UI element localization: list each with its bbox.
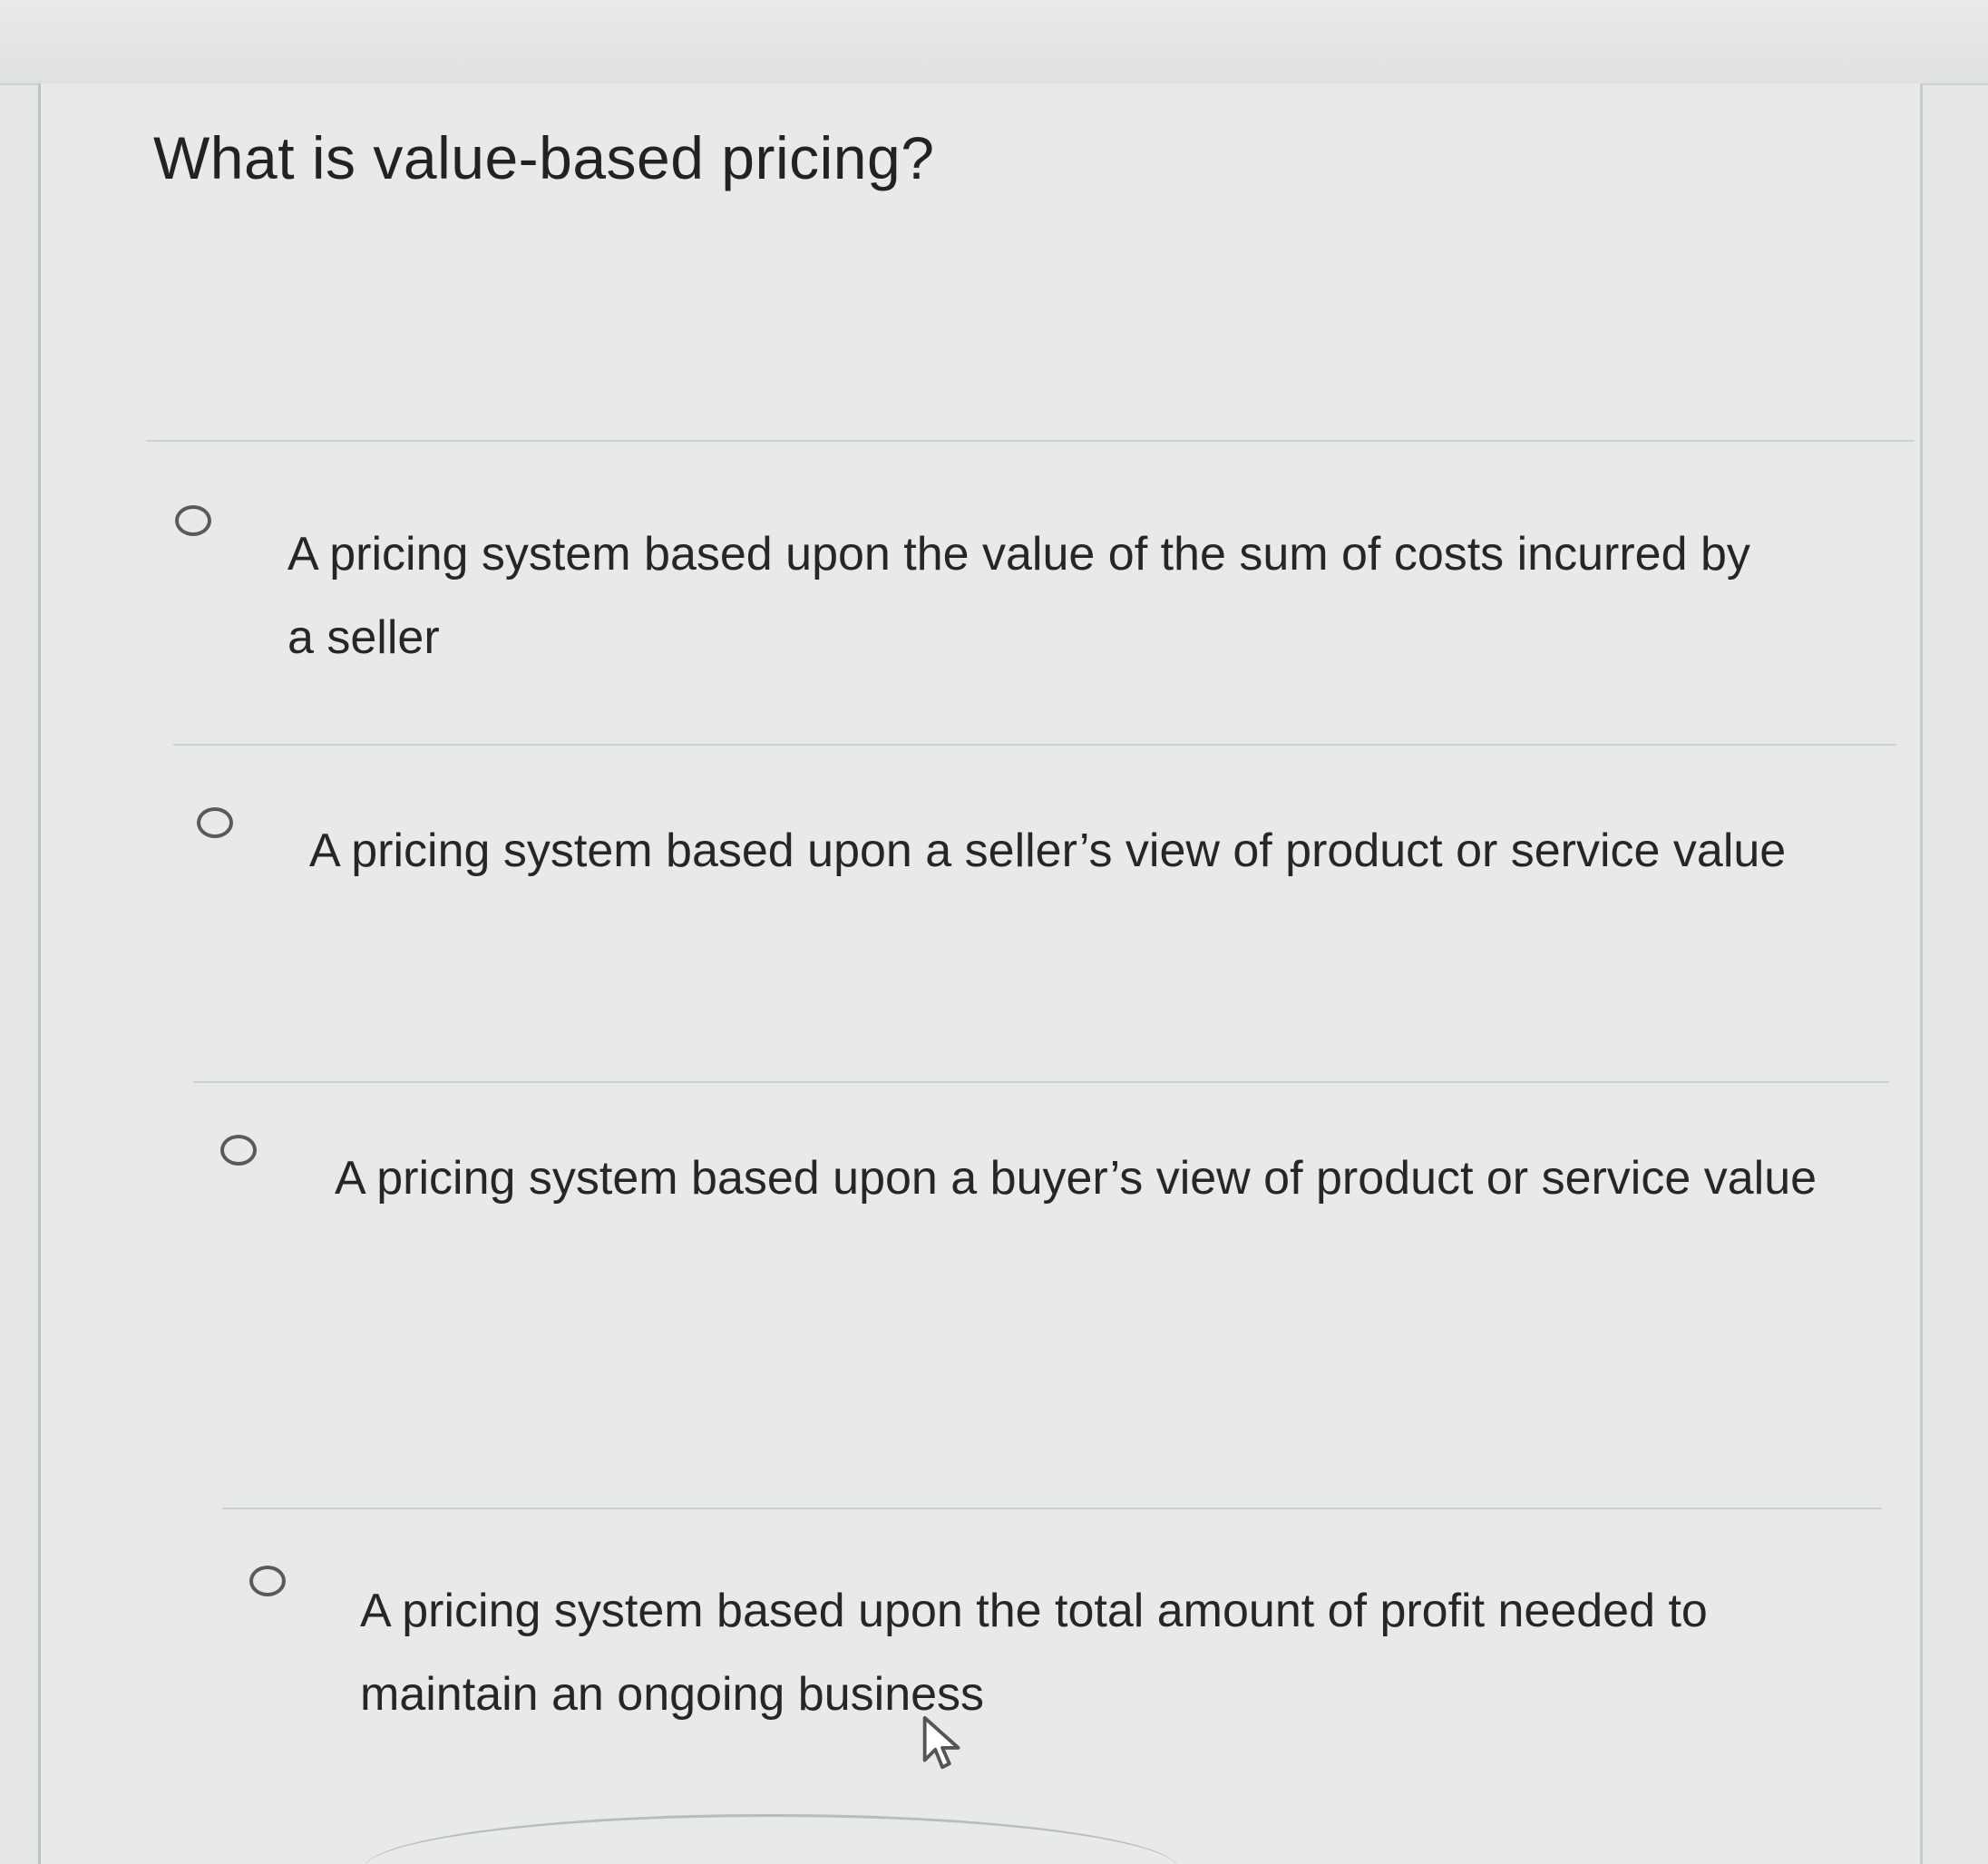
mouse-pointer-icon [922, 1715, 960, 1770]
divider [193, 1081, 1889, 1083]
radio-unselected-icon[interactable] [175, 505, 211, 536]
answer-option-1-label: A pricing system based upon the value of… [287, 528, 1750, 664]
radio-unselected-icon[interactable] [220, 1135, 257, 1166]
answer-option-4[interactable]: A pricing system based upon the total am… [246, 1560, 1878, 1832]
answer-option-2[interactable]: A pricing system based upon a seller’s v… [193, 800, 1880, 1036]
answer-option-2-label: A pricing system based upon a seller’s v… [309, 825, 1787, 877]
answer-option-4-label: A pricing system based upon the total am… [360, 1585, 1708, 1721]
question-title: What is value-based pricing? [153, 124, 935, 191]
answer-option-1[interactable]: A pricing system based upon the value of… [168, 496, 1873, 786]
question-panel: What is value-based pricing? A pricing s… [38, 83, 1923, 1864]
divider [222, 1508, 1882, 1509]
radio-unselected-icon[interactable] [197, 807, 233, 838]
divider [173, 744, 1896, 746]
radio-unselected-icon[interactable] [249, 1566, 286, 1596]
answer-option-3-label: A pricing system based upon a buyer’s vi… [335, 1152, 1817, 1205]
answer-option-3[interactable]: A pricing system based upon a buyer’s vi… [217, 1129, 1886, 1401]
divider [146, 440, 1915, 442]
screen-top-bar [0, 0, 1988, 85]
